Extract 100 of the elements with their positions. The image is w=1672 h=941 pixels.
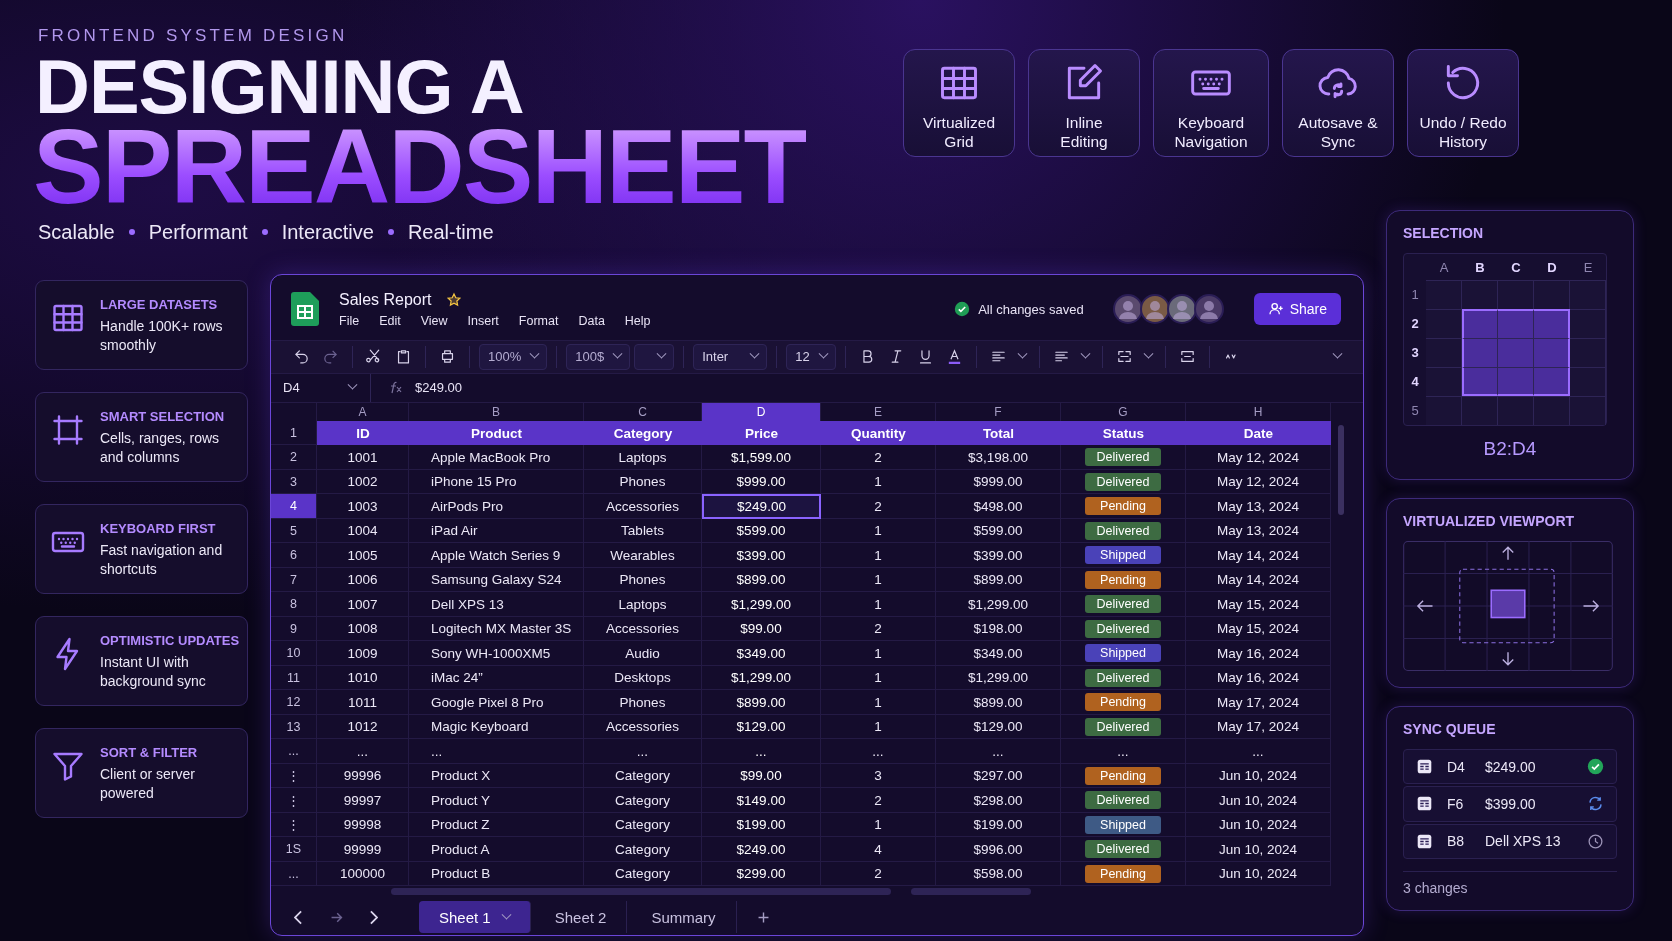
star-icon[interactable] (445, 291, 462, 308)
table-cell[interactable]: ... (317, 739, 409, 764)
table-cell[interactable]: Phones (584, 690, 702, 715)
table-cell[interactable]: Apple MacBook Pro (409, 445, 584, 470)
menu-item[interactable]: Edit (379, 313, 401, 328)
table-cell[interactable]: May 17, 2024 (1186, 714, 1331, 740)
table-cell[interactable]: Accessories (584, 616, 702, 642)
table-cell[interactable]: Product Y (409, 788, 584, 813)
row-number[interactable]: 5 (271, 518, 317, 544)
table-cell[interactable]: Phones (584, 567, 702, 593)
table-cell[interactable]: 1008 (317, 616, 409, 642)
document-title[interactable]: Sales Report (339, 290, 432, 309)
table-cell[interactable]: May 16, 2024 (1186, 665, 1331, 691)
table-cell[interactable]: Audio (584, 641, 702, 666)
table-cell[interactable]: 100000 (317, 861, 409, 887)
table-cell[interactable]: $199.00 (936, 812, 1061, 838)
table-cell[interactable]: $899.00 (702, 690, 821, 715)
table-cell[interactable]: 99996 (317, 763, 409, 789)
table-cell[interactable]: Jun 10, 2024 (1186, 763, 1331, 789)
table-cell[interactable]: Wearables (584, 543, 702, 568)
table-cell[interactable]: $1,299.00 (702, 665, 821, 691)
table-cell[interactable]: 1 (821, 690, 936, 715)
table-cell[interactable]: Accessories (584, 714, 702, 740)
column-header[interactable]: F (936, 402, 1061, 421)
table-cell[interactable]: $129.00 (702, 714, 821, 740)
table-cell[interactable]: May 14, 2024 (1186, 567, 1331, 593)
table-cell[interactable]: Product A (409, 837, 584, 862)
table-cell[interactable]: Google Pixel 8 Pro (409, 690, 584, 715)
table-cell[interactable]: May 13, 2024 (1186, 494, 1331, 519)
table-cell[interactable]: 1003 (317, 494, 409, 519)
table-cell[interactable]: Jun 10, 2024 (1186, 812, 1331, 838)
table-cell[interactable]: 1011 (317, 690, 409, 715)
table-cell[interactable]: 1006 (317, 567, 409, 593)
formula-field[interactable]: $249.00 (415, 380, 462, 396)
table-cell[interactable]: $1,599.00 (702, 445, 821, 470)
table-cell[interactable]: 1004 (317, 518, 409, 544)
table-cell[interactable]: 1002 (317, 469, 409, 495)
table-cell[interactable]: 2 (821, 494, 936, 519)
table-cell[interactable]: $598.00 (936, 861, 1061, 887)
table-cell[interactable]: Logitech MX Master 3S (409, 616, 584, 642)
table-cell[interactable]: 2 (821, 445, 936, 470)
table-cell[interactable]: 3 (821, 763, 936, 789)
table-cell[interactable]: Laptops (584, 592, 702, 617)
table-cell[interactable]: $249.00 (702, 837, 821, 862)
table-cell[interactable]: May 15, 2024 (1186, 592, 1331, 617)
table-cell[interactable]: $1,299.00 (702, 592, 821, 617)
table-cell[interactable]: Apple Watch Series 9 (409, 543, 584, 568)
table-cell[interactable]: 1 (821, 469, 936, 495)
table-cell[interactable]: Samsung Galaxy S24 (409, 567, 584, 593)
scrollbar[interactable] (911, 888, 1031, 896)
table-cell[interactable]: $129.00 (936, 714, 1061, 740)
table-cell[interactable]: Dell XPS 13 (409, 592, 584, 617)
table-cell[interactable]: ... (936, 739, 1061, 764)
row-number[interactable]: 13 (271, 714, 317, 740)
table-cell[interactable]: Jun 10, 2024 (1186, 861, 1331, 887)
table-cell[interactable]: $349.00 (702, 641, 821, 666)
scrollbar[interactable] (391, 888, 891, 896)
table-cell[interactable]: $299.00 (702, 861, 821, 887)
table-cell[interactable]: $349.00 (936, 641, 1061, 666)
row-number[interactable]: 4 (271, 494, 317, 519)
table-cell[interactable]: May 15, 2024 (1186, 616, 1331, 642)
table-cell[interactable]: 4 (821, 837, 936, 862)
table-cell[interactable]: Magic Keyboard (409, 714, 584, 740)
table-cell[interactable]: $498.00 (936, 494, 1061, 519)
row-number[interactable]: ⋮ (271, 812, 317, 838)
row-number[interactable]: 12 (271, 690, 317, 715)
table-cell[interactable]: 1001 (317, 445, 409, 470)
table-cell[interactable]: May 13, 2024 (1186, 518, 1331, 544)
table-cell[interactable]: $899.00 (936, 567, 1061, 593)
table-cell[interactable]: $297.00 (936, 763, 1061, 789)
table-cell[interactable]: $999.00 (936, 469, 1061, 495)
table-cell[interactable]: 1 (821, 665, 936, 691)
table-cell[interactable]: ... (409, 739, 584, 764)
table-cell[interactable]: Sony WH-1000XM5 (409, 641, 584, 666)
column-header[interactable]: E (821, 402, 936, 421)
table-cell[interactable]: Category (584, 763, 702, 789)
menu-item[interactable]: Data (578, 313, 605, 328)
table-cell[interactable]: Tablets (584, 518, 702, 544)
table-cell[interactable]: $1,299.00 (936, 665, 1061, 691)
table-cell[interactable]: May 12, 2024 (1186, 469, 1331, 495)
row-number[interactable]: ⋮ (271, 763, 317, 789)
table-cell[interactable]: $149.00 (702, 788, 821, 813)
table-cell[interactable]: 1 (821, 812, 936, 838)
sheet-tab[interactable]: Sheet 1 (419, 901, 531, 934)
table-cell[interactable]: $99.00 (702, 763, 821, 789)
table-cell[interactable]: ... (821, 739, 936, 764)
table-cell[interactable]: 2 (821, 861, 936, 887)
table-cell[interactable]: $996.00 (936, 837, 1061, 862)
table-cell[interactable]: $599.00 (702, 518, 821, 544)
zoom-dropdown[interactable]: 100% (479, 343, 548, 370)
table-cell[interactable]: $298.00 (936, 788, 1061, 813)
table-cell[interactable]: 99998 (317, 812, 409, 838)
table-cell[interactable]: May 17, 2024 (1186, 690, 1331, 715)
row-number[interactable]: 7 (271, 567, 317, 593)
table-cell[interactable]: 1005 (317, 543, 409, 568)
table-cell[interactable]: Jun 10, 2024 (1186, 788, 1331, 813)
table-cell[interactable]: Category (584, 837, 702, 862)
table-cell[interactable]: $199.00 (702, 812, 821, 838)
table-cell[interactable]: 1 (821, 592, 936, 617)
table-cell[interactable]: $198.00 (936, 616, 1061, 642)
